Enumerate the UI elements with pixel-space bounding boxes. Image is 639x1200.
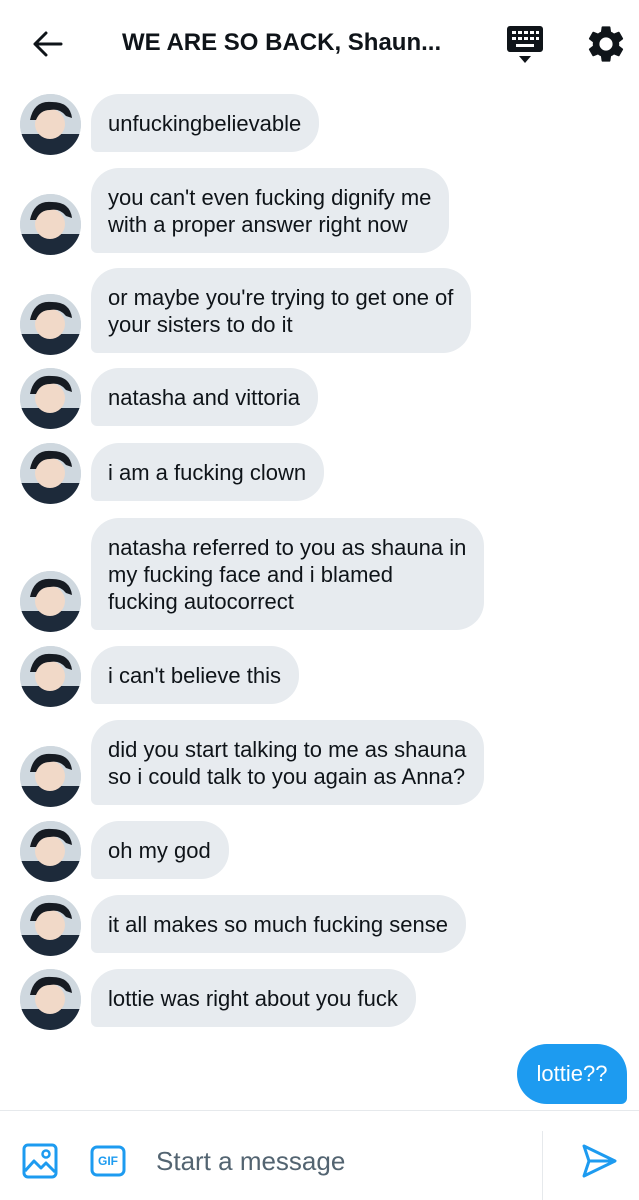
received-message-bubble[interactable]: natasha and vittoria <box>91 368 319 426</box>
message-composer: GIF <box>0 1110 639 1200</box>
sent-message-bubble[interactable]: lottie?? <box>517 1044 627 1104</box>
received-message-bubble[interactable]: unfuckingbelievable <box>91 94 320 152</box>
gear-icon <box>588 26 624 62</box>
avatar[interactable] <box>20 294 81 355</box>
gif-label: GIF <box>98 1154 118 1168</box>
received-message-bubble[interactable]: i can't believe this <box>91 646 299 704</box>
send-icon <box>582 1144 617 1178</box>
keyboard-icon <box>507 26 543 63</box>
received-message-bubble[interactable]: you can't even fucking dignify me with a… <box>91 168 450 253</box>
conversation-header: WE ARE SO BACK, Shaun... <box>0 0 639 88</box>
message-list[interactable]: unfuckingbelievable you can't even fucki… <box>0 88 639 1110</box>
avatar[interactable] <box>20 746 81 807</box>
received-message-bubble[interactable]: or maybe you're trying to get one of you… <box>91 268 472 353</box>
composer-divider <box>542 1131 543 1200</box>
received-message-bubble[interactable]: i am a fucking clown <box>91 443 325 501</box>
image-icon <box>22 1143 58 1179</box>
add-gif-button[interactable]: GIF <box>90 1143 126 1179</box>
received-message-bubble[interactable]: did you start talking to me as shauna so… <box>91 720 485 805</box>
back-button[interactable] <box>28 26 68 62</box>
conversation-title[interactable]: WE ARE SO BACK, Shaun... <box>122 26 462 60</box>
avatar[interactable] <box>20 895 81 956</box>
add-image-button[interactable] <box>22 1143 58 1179</box>
arrow-left-icon <box>33 31 63 57</box>
avatar[interactable] <box>20 571 81 632</box>
avatar[interactable] <box>20 194 81 255</box>
settings-button[interactable] <box>584 22 628 66</box>
avatar[interactable] <box>20 368 81 429</box>
avatar[interactable] <box>20 969 81 1030</box>
received-message-bubble[interactable]: lottie was right about you fuck <box>91 969 416 1027</box>
received-message-bubble[interactable]: oh my god <box>91 821 229 879</box>
send-button[interactable] <box>580 1143 618 1179</box>
keyboard-button[interactable] <box>503 24 547 66</box>
avatar[interactable] <box>20 94 81 155</box>
received-message-bubble[interactable]: natasha referred to you as shauna in my … <box>91 518 485 630</box>
message-input[interactable] <box>140 1131 540 1191</box>
avatar[interactable] <box>20 821 81 882</box>
avatar[interactable] <box>20 443 81 504</box>
received-message-bubble[interactable]: it all makes so much fucking sense <box>91 895 466 953</box>
avatar[interactable] <box>20 646 81 707</box>
